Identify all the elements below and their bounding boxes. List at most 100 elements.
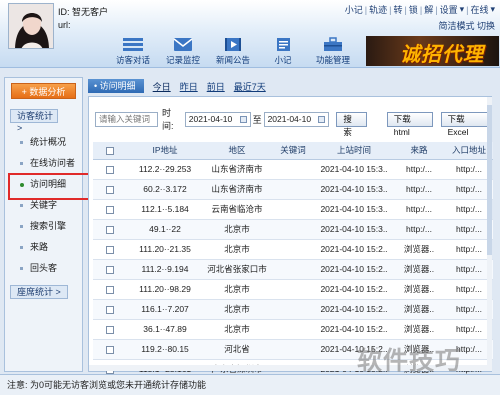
settings-link[interactable]: 设置	[440, 3, 458, 16]
col-header-ip[interactable]: IP地址	[127, 142, 203, 160]
keyword-input[interactable]	[95, 111, 158, 127]
cell-region: 北京市	[203, 279, 271, 300]
col-header-keyword[interactable]: 关键词	[271, 142, 315, 160]
cell-source[interactable]: 浏览器..	[393, 299, 445, 320]
cell-source[interactable]: 浏览器..	[393, 239, 445, 260]
download-excel-button[interactable]: 下载Excel	[440, 111, 492, 137]
calendar-icon[interactable]	[239, 115, 247, 123]
sidebar-item-keyword[interactable]: 关键字	[5, 195, 82, 216]
notebook-icon	[277, 38, 290, 51]
nav-function-manage[interactable]: 功能管理	[308, 37, 358, 66]
sidebar-item-search-engine[interactable]: 搜索引擎	[5, 216, 82, 237]
dropdown-icon[interactable]: ▾	[460, 4, 465, 15]
cell-source[interactable]: http:/...	[393, 179, 445, 200]
nav-news[interactable]: 新闻公告	[208, 37, 258, 66]
cell-keyword	[271, 339, 315, 360]
cell-ip: 111.2··9.194	[127, 259, 203, 280]
cell-entry[interactable]: http:/...	[445, 199, 493, 220]
cell-time: 2021-04-10 15:3..	[315, 159, 393, 180]
row-checkbox[interactable]	[106, 225, 114, 234]
search-button[interactable]: 搜索	[336, 111, 367, 137]
cell-region: 山东省济南市	[203, 159, 271, 180]
row-checkbox[interactable]	[106, 185, 114, 194]
row-checkbox[interactable]	[106, 325, 114, 334]
calendar-icon[interactable]	[318, 115, 326, 123]
col-header-region[interactable]: 地区	[203, 142, 271, 160]
table-row[interactable]: 111.2··9.194 河北省张家口市 2021-04-10 15:2.. 浏…	[93, 259, 493, 280]
cell-source[interactable]: 浏览器..	[393, 259, 445, 280]
download-html-button[interactable]: 下载html	[386, 111, 433, 137]
sidebar-item-visit-detail[interactable]: 访问明细	[5, 173, 93, 200]
cell-entry[interactable]: http:/...	[445, 239, 493, 260]
row-checkbox[interactable]	[106, 265, 114, 274]
cell-entry[interactable]: http:/...	[445, 219, 493, 240]
nav-record-monitor[interactable]: 记录监控	[158, 37, 208, 66]
sidebar-item-online-visitors[interactable]: 在线访问者	[5, 153, 82, 174]
sidebar-item-returning[interactable]: 回头客	[5, 258, 82, 279]
cell-keyword	[271, 239, 315, 260]
link-lock[interactable]: 锁	[409, 3, 418, 16]
row-checkbox[interactable]	[106, 345, 114, 354]
link-notes[interactable]: 小记	[345, 3, 363, 16]
cell-entry[interactable]: http:/...	[445, 299, 493, 320]
user-url: url:	[58, 20, 71, 30]
table-row[interactable]: 111.20··98.29 北京市 2021-04-10 15:2.. 浏览器.…	[93, 279, 493, 300]
tab-today[interactable]: 今日	[153, 80, 171, 93]
link-unlock[interactable]: 解	[424, 3, 433, 16]
cell-source[interactable]: 浏览器..	[393, 319, 445, 340]
row-checkbox[interactable]	[106, 165, 114, 174]
agent-recruit-banner[interactable]: 诚招代理商	[366, 36, 499, 66]
cell-entry[interactable]: http:/...	[445, 279, 493, 300]
select-all-header[interactable]	[93, 142, 127, 160]
cell-keyword	[271, 219, 315, 240]
cell-entry[interactable]: http:/...	[445, 159, 493, 180]
tab-last-7-days[interactable]: 最近7天	[234, 80, 266, 93]
status-online[interactable]: 在线	[470, 3, 488, 16]
avatar[interactable]	[8, 3, 54, 49]
cell-entry[interactable]: http:/...	[445, 319, 493, 340]
visitor-stats-header[interactable]: 访客统计 >	[10, 109, 58, 133]
row-checkbox[interactable]	[106, 205, 114, 214]
link-transfer[interactable]: 转	[393, 3, 402, 16]
seat-stats-header[interactable]: 座席统计 >	[10, 285, 68, 299]
select-all-checkbox[interactable]	[106, 147, 114, 155]
vertical-scrollbar[interactable]	[487, 97, 492, 371]
cell-source[interactable]: http:/...	[393, 219, 445, 240]
cell-entry[interactable]: http:/...	[445, 259, 493, 280]
table-row[interactable]: 60.2··3.172 山东省济南市 2021-04-10 15:3.. htt…	[93, 179, 493, 200]
table-row[interactable]: 112.1··5.184 云南省临沧市 2021-04-10 15:3.. ht…	[93, 199, 493, 220]
cell-source[interactable]: 浏览器..	[393, 279, 445, 300]
table-row[interactable]: 36.1··47.89 北京市 2021-04-10 15:2.. 浏览器.. …	[93, 319, 493, 340]
nav-label: 新闻公告	[215, 55, 250, 65]
sidebar-item-overview[interactable]: 统计概况	[5, 132, 82, 153]
col-header-entry[interactable]: 入口地址	[445, 142, 493, 160]
row-checkbox[interactable]	[106, 305, 114, 314]
date-from-field[interactable]: 2021-04-10	[184, 111, 251, 127]
cell-ip: 60.2··3.172	[127, 179, 203, 200]
data-analysis-button[interactable]: + 数据分析	[11, 83, 76, 99]
table-row[interactable]: 116.1··7.207 北京市 2021-04-10 15:2.. 浏览器..…	[93, 299, 493, 320]
col-header-source[interactable]: 来路	[393, 142, 445, 160]
date-to-field[interactable]: 2021-04-10	[263, 111, 330, 127]
cell-entry[interactable]: http:/...	[445, 179, 493, 200]
cell-ip: 36.1··47.89	[127, 319, 203, 340]
main-panel: 时间: 2021-04-10 至 2021-04-10 搜索 下载html 下载…	[88, 96, 493, 380]
row-checkbox[interactable]	[106, 285, 114, 294]
cell-source[interactable]: http:/...	[393, 199, 445, 220]
link-track[interactable]: 轨迹	[369, 3, 387, 16]
nav-notes[interactable]: 小记	[258, 37, 308, 66]
nav-visitor-dialog[interactable]: 访客对话	[108, 37, 158, 66]
status-dropdown-icon[interactable]: ▾	[490, 4, 495, 15]
row-checkbox[interactable]	[106, 245, 114, 254]
scrollbar-thumb[interactable]	[487, 105, 492, 255]
table-row[interactable]: 111.20··21.35 北京市 2021-04-10 15:2.. 浏览器.…	[93, 239, 493, 260]
tab-yesterday[interactable]: 昨日	[180, 80, 198, 93]
tab-day-before[interactable]: 前日	[207, 80, 225, 93]
mode-switch[interactable]: 简洁模式 切换	[438, 19, 495, 32]
col-header-time[interactable]: 上站时间	[315, 142, 393, 160]
table-row[interactable]: 112.2··29.253 山东省济南市 2021-04-10 15:3.. h…	[93, 159, 493, 180]
tab-visit-detail[interactable]: • 访问明细	[88, 79, 144, 93]
sidebar-item-source[interactable]: 来路	[5, 237, 82, 258]
table-row[interactable]: 49.1··22 北京市 2021-04-10 15:3.. http:/...…	[93, 219, 493, 240]
cell-source[interactable]: http:/...	[393, 159, 445, 180]
